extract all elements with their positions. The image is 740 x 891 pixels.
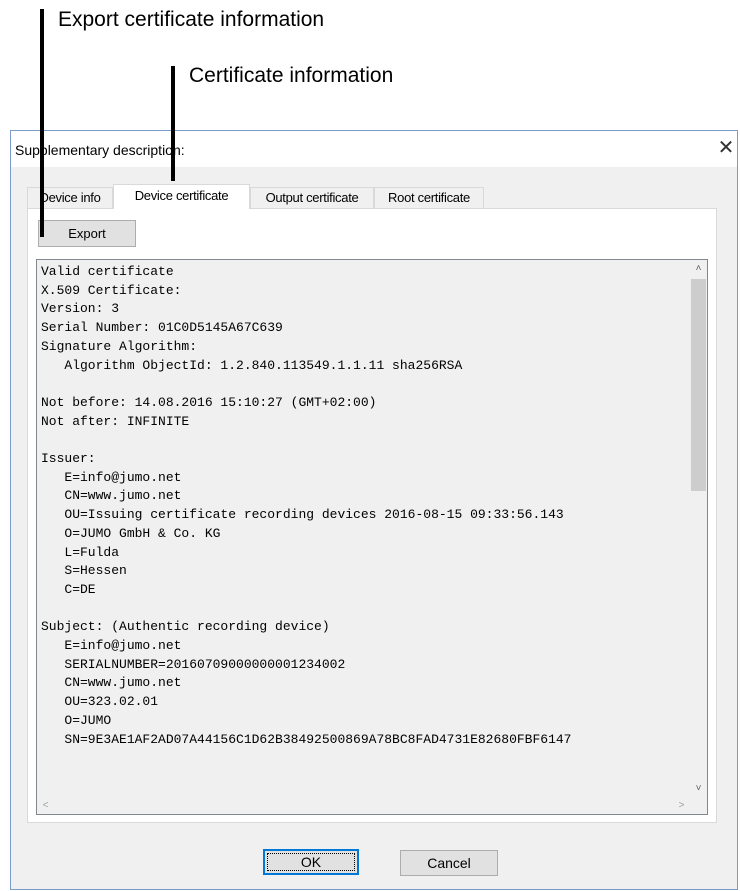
cancel-button[interactable]: Cancel [400,850,498,876]
certificate-line: Version: 3 [41,301,120,317]
certificate-line: Algorithm ObjectId: 1.2.840.113549.1.1.1… [41,357,463,373]
certificate-line: Valid certificate [41,264,174,279]
certificate-line: CN=www.jumo.net [41,675,182,691]
certificate-line [41,431,691,450]
certificate-line: S=Hessen [41,563,127,579]
device-certificate-panel: Export Valid certificate X.509 Certificat… [27,208,717,823]
certificate-line: Not before: 14.08.2016 15:10:27 (GMT+02:… [41,394,377,410]
tab-strip: Device info Device certificate Output ce… [27,184,717,209]
tab-device-certificate[interactable]: Device certificate [113,184,250,209]
ok-button[interactable]: OK [263,849,359,875]
certificate-line: Not after: INFINITE [41,413,190,429]
certificate-line: SERIALNUMBER=20160709000000001234002 [41,656,346,672]
callout-export-line [40,9,44,237]
certificate-line: E=info@jumo.net [41,469,182,485]
title-bar: Supplementary description: ✕ [11,131,737,167]
certificate-line: Serial Number: 01C0D5145A67C639 [41,320,283,336]
scroll-up-icon[interactable]: ˄ [690,260,707,277]
certificate-line: C=DE [41,581,96,597]
focus-rectangle [267,853,355,871]
scrollbar-corner [690,797,707,814]
certificate-line [41,375,691,394]
export-button[interactable]: Export [38,220,136,247]
certificate-line: OU=323.02.01 [41,694,159,710]
certificate-line: OU=Issuing certificate recording devices… [41,507,564,523]
tab-output-certificate[interactable]: Output certificate [250,187,374,208]
certificate-line: X.509 Certificate: [41,282,182,298]
certificate-line: SN=9E3AE1AF2AD07A44156C1D62B38492500869A… [41,731,572,747]
callout-export-info: Export certificate information [58,8,325,31]
supplementary-description-dialog: Supplementary description: ✕ Device info… [10,130,738,890]
certificate-line: CN=www.jumo.net [41,488,182,504]
vertical-scrollbar[interactable]: ˄ ˅ [690,260,707,797]
callout-certificate-info: Certificate information [189,64,394,87]
certificate-line: O=JUMO GmbH & Co. KG [41,525,221,541]
horizontal-scrollbar[interactable]: < > [37,797,690,814]
certificate-line: E=info@jumo.net [41,638,182,654]
certificate-line [41,600,691,619]
certificate-text-box[interactable]: Valid certificate X.509 Certificate: Versi… [36,259,708,815]
certificate-line: Signature Algorithm: [41,338,198,354]
scrollbar-thumb[interactable] [691,279,706,491]
scroll-right-icon[interactable]: > [673,797,690,814]
certificate-line: L=Fulda [41,544,120,560]
certificate-line: Issuer: [41,451,96,467]
certificate-line: Subject: (Authentic recording device) [41,619,330,635]
close-icon[interactable]: ✕ [715,137,737,159]
callout-certificate-line [171,66,175,181]
certificate-line: O=JUMO [41,712,112,728]
scroll-left-icon[interactable]: < [37,797,54,814]
tab-root-certificate[interactable]: Root certificate [374,187,484,208]
scroll-down-icon[interactable]: ˅ [690,780,707,797]
certificate-text[interactable]: Valid certificate X.509 Certificate: Versi… [41,263,691,793]
